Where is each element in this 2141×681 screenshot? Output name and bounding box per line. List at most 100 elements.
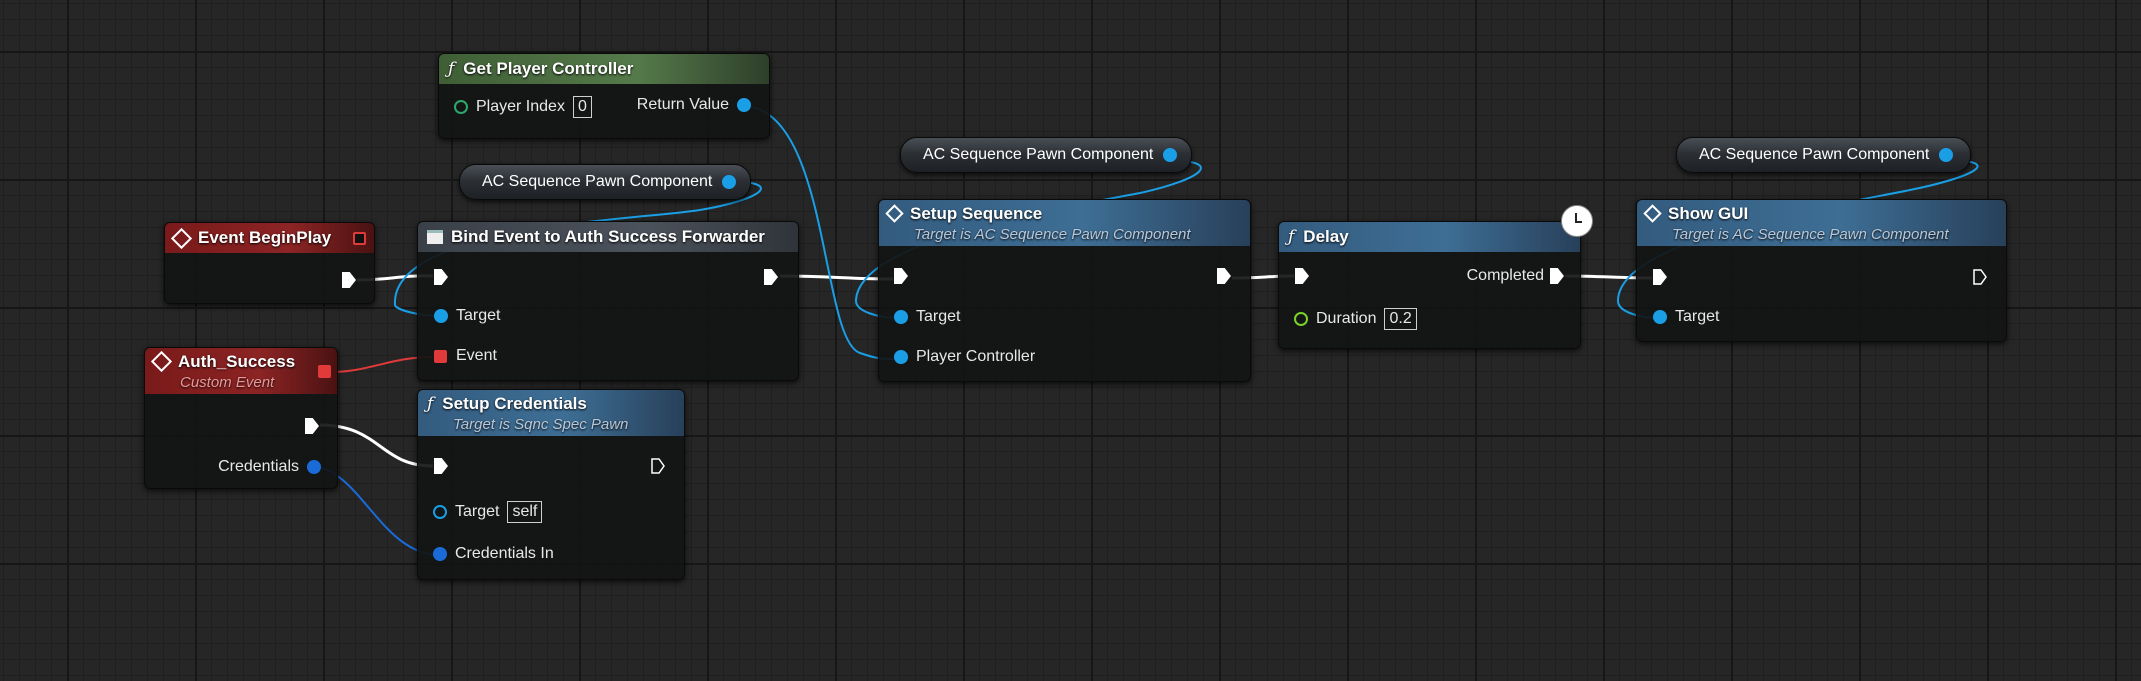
getter-label: AC Sequence Pawn Component	[482, 173, 713, 190]
node-header: Setup Sequence Target is AC Sequence Paw…	[879, 200, 1250, 246]
target-input[interactable]: self	[507, 501, 543, 523]
object-pin-icon	[737, 98, 751, 112]
exec-pin-icon	[434, 458, 448, 474]
node-header: Bind Event to Auth Success Forwarder	[418, 222, 798, 252]
exec-in-pin[interactable]	[1653, 269, 1667, 285]
node-title: Bind Event to Auth Success Forwarder	[451, 227, 765, 246]
node-title: Delay	[1303, 227, 1349, 246]
completed-pin[interactable]: Completed	[1467, 267, 1564, 285]
node-header: Event BeginPlay	[165, 223, 374, 253]
bind-event-node[interactable]: Bind Event to Auth Success Forwarder Tar…	[417, 221, 799, 381]
setup-credentials-node[interactable]: ƒ Setup Credentials Target is Sqnc Spec P…	[417, 389, 685, 580]
node-title: Auth_Success	[178, 351, 296, 371]
object-pin-icon[interactable]	[722, 175, 737, 189]
exec-pin-icon	[1973, 269, 1987, 285]
node-header: Show GUI Target is AC Sequence Pawn Comp…	[1637, 200, 2006, 246]
function-call-icon	[1643, 204, 1662, 223]
getter-label: AC Sequence Pawn Component	[1699, 146, 1930, 163]
pin-label: Player Controller	[916, 348, 1036, 365]
target-pin[interactable]: Target	[894, 308, 960, 326]
setup-sequence-node[interactable]: Setup Sequence Target is AC Sequence Paw…	[878, 199, 1251, 382]
function-icon: ƒ	[427, 393, 434, 414]
exec-in-pin[interactable]	[1295, 268, 1309, 284]
target-pin[interactable]: Target	[434, 307, 500, 325]
node-subtitle: Custom Event	[180, 373, 275, 391]
credentials-in-pin[interactable]: Credentials In	[433, 545, 554, 563]
exec-pin-icon	[894, 268, 908, 284]
event-diamond-icon	[170, 227, 193, 249]
exec-pin-icon	[1217, 268, 1231, 284]
get-player-controller-node[interactable]: ƒ Get Player Controller Player Index 0 Re…	[438, 53, 770, 139]
node-subtitle: Target is AC Sequence Pawn Component	[1672, 225, 1949, 243]
object-pin-icon	[434, 309, 448, 323]
return-value-pin[interactable]: Return Value	[637, 96, 751, 114]
exec-out-pin[interactable]	[1973, 269, 1987, 285]
player-index-pin[interactable]: Player Index 0	[454, 96, 592, 118]
bind-event-icon	[427, 230, 443, 244]
target-pin[interactable]: Target self	[433, 501, 543, 523]
int-pin-icon	[454, 100, 468, 114]
object-pin-icon	[433, 505, 447, 519]
exec-out-pin[interactable]	[764, 269, 778, 285]
event-pin[interactable]: Event	[434, 347, 497, 365]
target-pin[interactable]: Target	[1653, 308, 1719, 326]
object-pin-icon[interactable]	[1163, 148, 1178, 162]
delay-node[interactable]: ƒ Delay Completed Duration 0.2	[1278, 221, 1581, 349]
exec-out-pin[interactable]	[305, 418, 319, 434]
delegate-pin-icon[interactable]	[353, 232, 366, 245]
function-call-icon	[885, 204, 904, 223]
exec-pin-icon	[305, 418, 319, 434]
struct-pin-icon	[307, 460, 321, 474]
getter-label: AC Sequence Pawn Component	[923, 146, 1154, 163]
object-pin-icon[interactable]	[1939, 148, 1954, 162]
node-subtitle: Target is AC Sequence Pawn Component	[914, 225, 1191, 243]
exec-in-pin[interactable]	[434, 269, 448, 285]
show-gui-node[interactable]: Show GUI Target is AC Sequence Pawn Comp…	[1636, 199, 2007, 342]
node-title: Get Player Controller	[463, 59, 634, 78]
pin-label: Credentials In	[455, 545, 554, 562]
pin-label: Player Index	[476, 98, 565, 115]
player-index-input[interactable]: 0	[572, 96, 592, 118]
exec-out-pin[interactable]	[342, 272, 356, 288]
node-title: Setup Credentials	[442, 393, 587, 413]
exec-pin-icon	[651, 458, 665, 474]
event-beginplay-node[interactable]: Event BeginPlay	[164, 222, 375, 304]
exec-in-pin[interactable]	[434, 458, 448, 474]
delegate-pin-icon	[434, 349, 447, 363]
pin-label: Target	[456, 307, 501, 324]
credentials-pin[interactable]: Credentials	[218, 458, 321, 476]
node-header: ƒ Setup Credentials Target is Sqnc Spec P…	[418, 390, 684, 436]
pin-label: Event	[456, 347, 497, 364]
pin-label: Return Value	[636, 96, 729, 113]
pin-label: Target	[1675, 308, 1720, 325]
pin-label: Target	[916, 308, 961, 325]
pin-label: Target	[455, 503, 500, 520]
node-title: Show GUI	[1668, 203, 1749, 223]
function-icon: ƒ	[1288, 227, 1295, 247]
node-header: ƒ Delay	[1279, 222, 1580, 252]
player-controller-pin[interactable]: Player Controller	[894, 348, 1035, 366]
delegate-pin-icon[interactable]	[318, 365, 331, 378]
pin-label: Duration	[1316, 310, 1377, 327]
object-pin-icon	[1653, 310, 1667, 324]
event-diamond-icon	[150, 350, 173, 373]
exec-out-pin[interactable]	[1217, 268, 1231, 284]
ac-sequence-pawn-component-getter-1[interactable]: AC Sequence Pawn Component	[459, 164, 751, 200]
duration-pin[interactable]: Duration 0.2	[1294, 308, 1417, 330]
node-title: Event BeginPlay	[198, 228, 332, 247]
exec-in-pin[interactable]	[894, 268, 908, 284]
duration-input[interactable]: 0.2	[1384, 308, 1417, 330]
node-title: Setup Sequence	[910, 203, 1043, 223]
pin-label: Completed	[1466, 267, 1544, 284]
exec-out-pin[interactable]	[651, 458, 665, 474]
ac-sequence-pawn-component-getter-2[interactable]: AC Sequence Pawn Component	[900, 137, 1192, 173]
struct-pin-icon	[433, 547, 447, 561]
exec-pin-icon	[1550, 268, 1564, 284]
object-pin-icon	[894, 350, 908, 364]
ac-sequence-pawn-component-getter-3[interactable]: AC Sequence Pawn Component	[1676, 137, 1971, 173]
pin-label: Credentials	[218, 458, 299, 475]
auth-success-event-node[interactable]: Auth_Success Custom Event Credentials	[144, 347, 338, 489]
exec-pin-icon	[342, 272, 356, 288]
node-header: Auth_Success Custom Event	[145, 348, 337, 394]
object-pin-icon	[894, 310, 908, 324]
